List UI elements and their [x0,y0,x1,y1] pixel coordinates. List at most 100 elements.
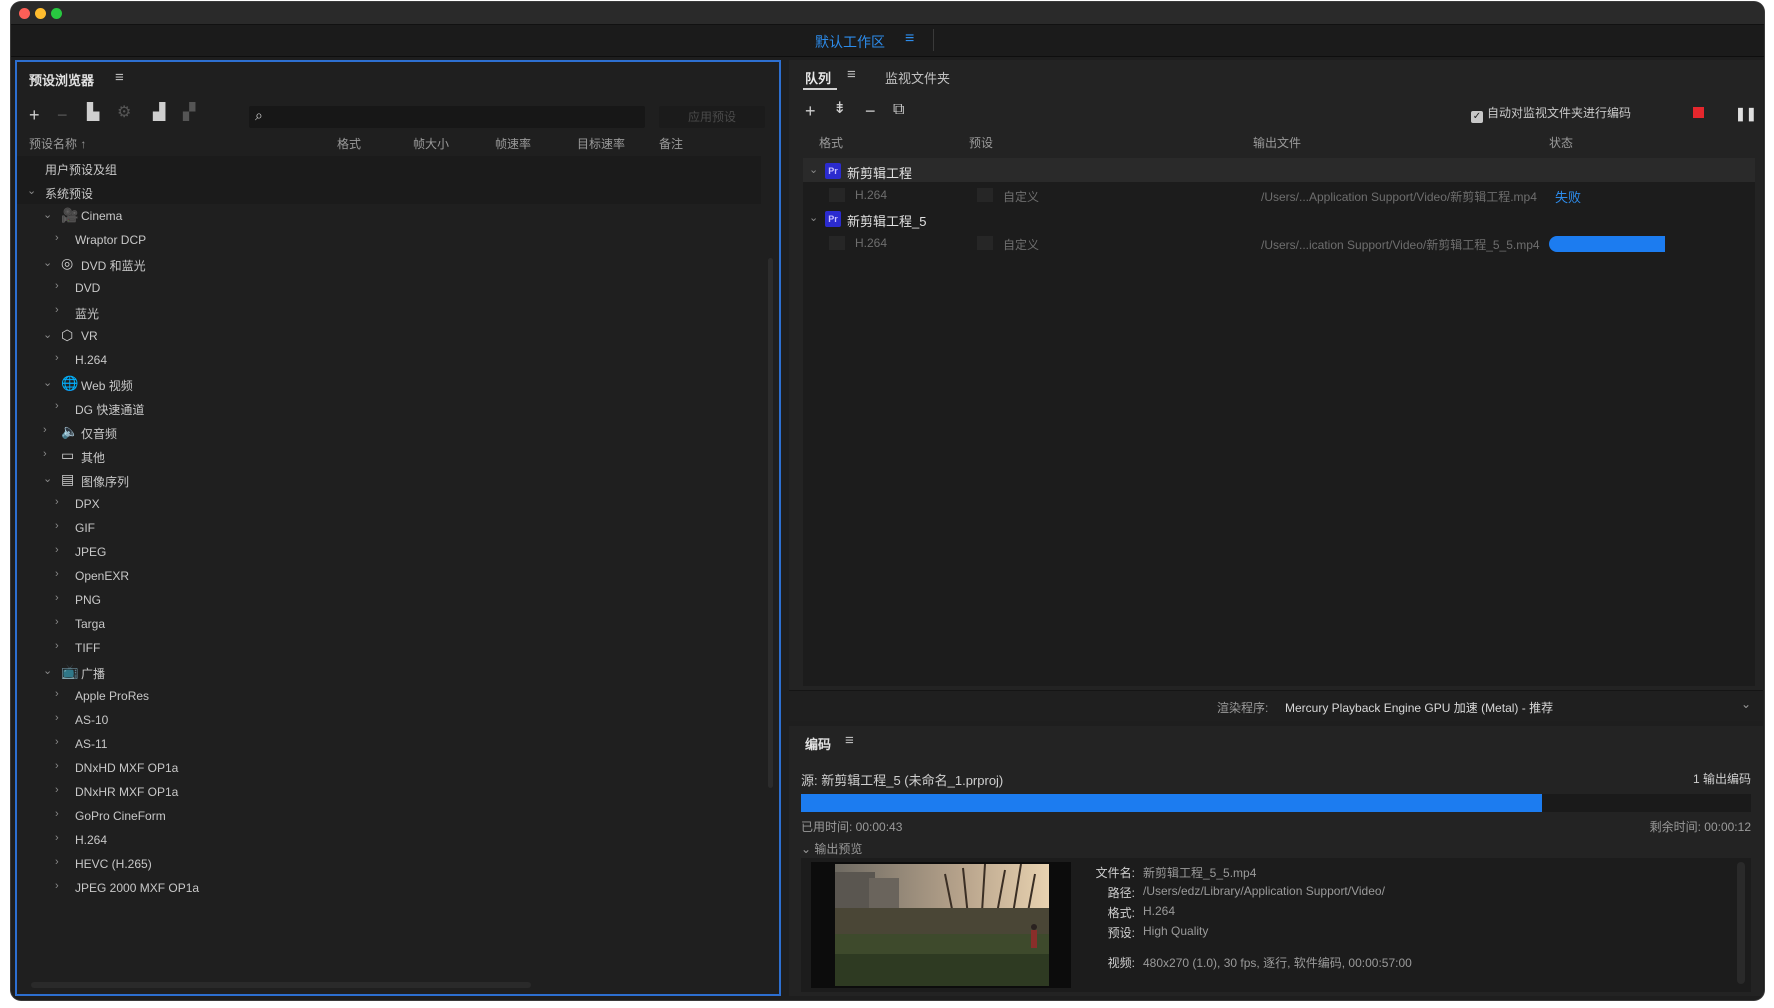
export-preset-icon[interactable]: ▞ [183,104,195,122]
tree-item[interactable]: › ▭ 其他 [17,444,761,468]
tree-item[interactable]: › 蓝光 [17,300,761,324]
duplicate-icon[interactable]: ⧉ [893,101,904,119]
tree-item[interactable]: ⌄ 🌐 Web 视频 [17,372,761,396]
chevron-right-icon[interactable]: › [55,520,59,532]
tree-item[interactable]: › DNxHD MXF OP1a [17,756,761,780]
chevron-right-icon[interactable]: › [55,760,59,772]
col-output-file[interactable]: 输出文件 [1253,134,1301,151]
tree-item[interactable]: › AS-10 [17,708,761,732]
output-preset[interactable]: 自定义 [1003,236,1039,253]
chevron-right-icon[interactable]: › [55,688,59,700]
tree-item[interactable]: › H.264 [17,828,761,852]
panel-title[interactable]: 编码 [805,734,831,753]
tree-item[interactable]: › GIF [17,516,761,540]
format-dropdown[interactable] [829,236,845,250]
col-comment[interactable]: 备注 [659,135,683,152]
apply-preset-button[interactable]: 应用预设 [659,106,765,128]
queue-source-row[interactable]: ⌄ Pr 新剪辑工程_5 [803,206,1755,230]
chevron-down-icon[interactable]: ⌄ [43,472,52,485]
close-window-button[interactable] [19,8,30,19]
chevron-down-icon[interactable]: ⌄ [43,208,52,221]
vertical-scrollbar[interactable] [768,258,773,788]
chevron-right-icon[interactable]: › [55,400,59,412]
chevron-down-icon[interactable]: ⌄ [43,376,52,389]
tree-item[interactable]: › DNxHR MXF OP1a [17,780,761,804]
tree-item[interactable]: › DPX [17,492,761,516]
queue-menu-icon[interactable]: ≡ [847,66,856,83]
renderer-select[interactable]: Mercury Playback Engine GPU 加速 (Metal) -… [1285,699,1553,716]
horizontal-scrollbar[interactable] [31,982,531,988]
chevron-down-icon[interactable]: ⌄ [43,256,52,269]
remove-item-icon[interactable]: − [865,102,876,120]
tree-item[interactable]: › Targa [17,612,761,636]
chevron-right-icon[interactable]: › [43,424,47,436]
tree-item[interactable]: › AS-11 [17,732,761,756]
preset-dropdown[interactable] [977,236,993,250]
minimize-window-button[interactable] [35,8,46,19]
tree-item[interactable]: › Apple ProRes [17,684,761,708]
tree-item[interactable]: › GoPro CineForm [17,804,761,828]
output-format[interactable]: H.264 [855,236,887,250]
tree-item[interactable]: › JPEG [17,540,761,564]
tree-item[interactable]: › HEVC (H.265) [17,852,761,876]
output-file-path[interactable]: /Users/...Application Support/Video/新剪辑工… [1261,188,1537,205]
chevron-down-icon[interactable]: ⌄ [1741,697,1751,711]
chevron-right-icon[interactable]: › [55,304,59,316]
panel-title[interactable]: 预设浏览器 [29,70,94,89]
col-format[interactable]: 格式 [337,135,361,152]
col-status[interactable]: 状态 [1549,134,1573,151]
queue-output-row[interactable]: H.264 自定义 /Users/...Application Support/… [803,182,1755,208]
tree-item[interactable]: 用户预设及组 [17,156,761,180]
chevron-down-icon[interactable]: ⌄ [27,184,36,197]
chevron-right-icon[interactable]: › [55,616,59,628]
tree-item[interactable]: ⌄ 📺 广播 [17,660,761,684]
tree-item[interactable]: ⌄ ▤ 图像序列 [17,468,761,492]
chevron-right-icon[interactable]: › [55,544,59,556]
col-preset[interactable]: 预设 [969,134,993,151]
add-output-icon[interactable]: ⇟ [833,100,846,118]
pause-queue-button[interactable]: ❚❚ [1735,106,1757,122]
tab-watch-folders[interactable]: 监视文件夹 [885,68,950,87]
tree-item[interactable]: › 🔈 仅音频 [17,420,761,444]
chevron-down-icon[interactable]: ⌄ [809,211,818,224]
zoom-window-button[interactable] [51,8,62,19]
chevron-right-icon[interactable]: › [55,496,59,508]
output-preset[interactable]: 自定义 [1003,188,1039,205]
workspace-tab[interactable]: 默认工作区 [815,32,885,52]
chevron-down-icon[interactable]: ⌄ [43,328,52,341]
chevron-right-icon[interactable]: › [55,352,59,364]
panel-menu-icon[interactable]: ≡ [115,69,124,86]
tree-item[interactable]: › DG 快速通道 [17,396,761,420]
encoding-menu-icon[interactable]: ≡ [845,732,854,749]
add-preset-icon[interactable]: + [29,106,40,124]
tree-item[interactable]: › H.264 [17,348,761,372]
format-dropdown[interactable] [829,188,845,202]
chevron-right-icon[interactable]: › [55,280,59,292]
search-input[interactable]: ⌕ [249,106,645,128]
tree-item[interactable]: › OpenEXR [17,564,761,588]
workspace-menu-icon[interactable]: ≡ [905,30,914,48]
tree-item[interactable]: › TIFF [17,636,761,660]
chevron-right-icon[interactable]: › [55,568,59,580]
tab-queue[interactable]: 队列 [805,68,831,87]
queue-source-row[interactable]: ⌄ Pr 新剪辑工程 [803,158,1755,182]
chevron-right-icon[interactable]: › [43,448,47,460]
output-preview-toggle[interactable]: ⌄ 输出预览 [801,840,862,857]
chevron-right-icon[interactable]: › [55,640,59,652]
stop-queue-button[interactable] [1693,107,1704,118]
checkbox-checked-icon[interactable]: ✓ [1471,111,1483,123]
chevron-down-icon[interactable]: ⌄ [43,664,52,677]
chevron-down-icon[interactable]: ⌄ [809,163,818,176]
output-file-path[interactable]: /Users/...ication Support/Video/新剪辑工程_5_… [1261,236,1540,253]
col-target-rate[interactable]: 目标速率 [577,135,625,152]
col-frame-rate[interactable]: 帧速率 [495,135,531,152]
add-source-icon[interactable]: + [805,102,816,120]
chevron-right-icon[interactable]: › [55,784,59,796]
col-preset-name[interactable]: 预设名称 ↑ [29,135,86,152]
chevron-right-icon[interactable]: › [55,856,59,868]
import-preset-icon[interactable]: ▟ [153,104,165,122]
tree-item[interactable]: ⌄ ⬡ VR [17,324,761,348]
tree-item[interactable]: ⌄ ◎ DVD 和蓝光 [17,252,761,276]
chevron-right-icon[interactable]: › [55,832,59,844]
chevron-right-icon[interactable]: › [55,736,59,748]
